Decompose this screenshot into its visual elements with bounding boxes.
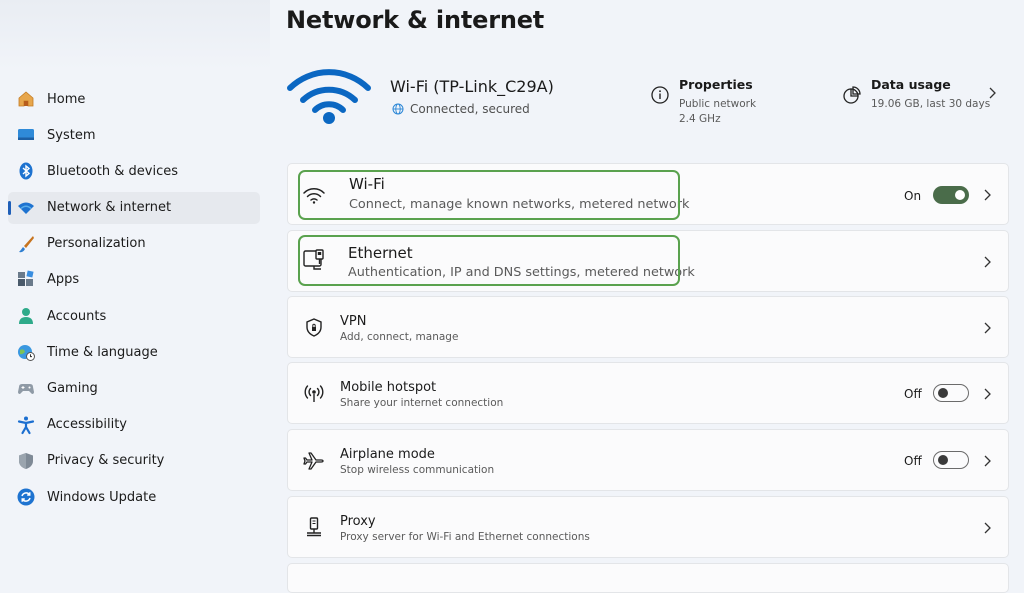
sidebar-item-system[interactable]: System: [8, 119, 260, 151]
globe-clock-icon: [16, 342, 36, 362]
toggle-knob: [955, 190, 965, 200]
wifi-settings-card[interactable]: Wi-Fi Connect, manage known networks, me…: [287, 163, 1009, 225]
chevron-right-icon: [984, 189, 991, 201]
sidebar-item-label: Gaming: [47, 381, 98, 396]
toggle-knob: [938, 388, 948, 398]
sidebar-item-label: Personalization: [47, 236, 146, 252]
window-titlebar-area: [0, 0, 270, 70]
connection-status: Connected, secured: [392, 102, 530, 116]
wifi-state-label: On: [904, 189, 922, 203]
network-band: 2.4 GHz: [679, 113, 721, 125]
wifi-icon: [16, 198, 36, 218]
airplane-state-label: Off: [904, 454, 922, 468]
apps-icon: [16, 270, 36, 290]
info-icon: [651, 86, 669, 104]
sidebar-item-windows-update[interactable]: Windows Update: [8, 481, 260, 513]
airplane-subtitle: Stop wireless communication: [340, 464, 495, 476]
properties-details: Public network 2.4 GHz: [679, 97, 756, 127]
ethernet-icon: [303, 249, 324, 270]
wifi-subtitle: Connect, manage known networks, metered …: [349, 197, 690, 212]
connection-summary: Wi-Fi (TP-Link_C29A) Connected, secured …: [286, 60, 1006, 140]
proxy-subtitle: Proxy server for Wi-Fi and Ethernet conn…: [340, 531, 590, 543]
ethernet-subtitle: Authentication, IP and DNS settings, met…: [348, 265, 695, 280]
sidebar-item-label: Accessibility: [47, 417, 127, 433]
hotspot-title: Mobile hotspot: [340, 380, 437, 395]
chevron-right-icon: [984, 455, 991, 467]
data-usage-amount: 19.06 GB, last 30 days: [871, 98, 991, 110]
airplane-icon: [303, 452, 324, 470]
vpn-subtitle: Add, connect, manage: [340, 331, 459, 343]
vpn-title: VPN: [340, 314, 367, 329]
mobile-hotspot-card[interactable]: Mobile hotspot Share your internet conne…: [287, 362, 1009, 424]
sidebar-item-label: System: [47, 127, 96, 143]
sidebar-item-label: Time & language: [47, 344, 158, 360]
update-icon: [16, 487, 36, 507]
sidebar-item-accounts[interactable]: Accounts: [8, 300, 260, 332]
system-display-icon: [16, 125, 36, 145]
sidebar-item-label: Privacy & security: [47, 453, 165, 469]
sidebar-item-privacy-security[interactable]: Privacy & security: [8, 445, 260, 477]
person-icon: [16, 306, 36, 326]
ethernet-title: Ethernet: [348, 244, 413, 262]
sidebar-item-label: Apps: [47, 272, 80, 288]
sidebar-item-home[interactable]: Home: [8, 83, 260, 115]
sidebar-item-label: Network & internet: [47, 200, 172, 216]
sidebar-item-apps[interactable]: Apps: [8, 264, 260, 296]
bluetooth-icon: [16, 161, 36, 181]
shield-icon: [16, 451, 36, 471]
home-icon: [16, 89, 36, 109]
sidebar-item-gaming[interactable]: Gaming: [8, 373, 260, 405]
gamepad-icon: [16, 379, 36, 399]
chevron-right-icon: [984, 256, 991, 268]
airplane-mode-card[interactable]: Airplane mode Stop wireless communicatio…: [287, 429, 1009, 491]
accessibility-icon: [16, 415, 36, 435]
hotspot-subtitle: Share your internet connection: [340, 397, 504, 409]
page-title: Network & internet: [286, 6, 545, 34]
vpn-settings-card[interactable]: VPN Add, connect, manage: [287, 296, 1009, 358]
vpn-shield-icon: [306, 318, 322, 337]
airplane-toggle[interactable]: [933, 451, 969, 469]
sidebar-item-label: Home: [47, 91, 86, 107]
proxy-server-icon: [307, 517, 321, 537]
sidebar-item-network[interactable]: Network & internet: [8, 191, 260, 224]
sidebar-item-label: Bluetooth & devices: [47, 163, 178, 179]
sidebar-item-personalization[interactable]: Personalization: [8, 228, 260, 260]
toggle-knob: [938, 455, 948, 465]
connection-status-text: Connected, secured: [410, 102, 530, 116]
sidebar: Home System Bluetooth & devices Network …: [8, 83, 260, 517]
wifi-title: Wi-Fi: [349, 175, 385, 193]
globe-icon: [392, 103, 404, 115]
network-profile: Public network: [679, 98, 757, 110]
chevron-right-icon: [984, 388, 991, 400]
hotspot-state-label: Off: [904, 387, 922, 401]
proxy-settings-card[interactable]: Proxy Proxy server for Wi-Fi and Etherne…: [287, 496, 1009, 558]
wifi-icon: [303, 188, 325, 204]
pie-chart-icon: [843, 86, 861, 104]
airplane-title: Airplane mode: [340, 447, 435, 462]
hotspot-icon: [304, 385, 324, 402]
sidebar-item-accessibility[interactable]: Accessibility: [8, 409, 260, 441]
chevron-right-icon[interactable]: [986, 86, 998, 100]
properties-title: Properties: [679, 77, 753, 92]
wifi-toggle[interactable]: [933, 186, 969, 204]
chevron-right-icon: [984, 322, 991, 334]
hotspot-toggle[interactable]: [933, 384, 969, 402]
sidebar-item-label: Windows Update: [47, 489, 157, 505]
next-settings-card[interactable]: [287, 563, 1009, 593]
proxy-title: Proxy: [340, 514, 376, 529]
wifi-signal-icon: [287, 69, 371, 124]
sidebar-item-time-language[interactable]: Time & language: [8, 336, 260, 368]
sidebar-item-label: Accounts: [47, 308, 107, 324]
data-usage-title: Data usage: [871, 77, 951, 92]
chevron-right-icon: [984, 522, 991, 534]
ethernet-settings-card[interactable]: Ethernet Authentication, IP and DNS sett…: [287, 230, 1009, 292]
paintbrush-icon: [16, 234, 36, 254]
sidebar-item-bluetooth[interactable]: Bluetooth & devices: [8, 155, 260, 187]
network-name: Wi-Fi (TP-Link_C29A): [390, 77, 554, 96]
